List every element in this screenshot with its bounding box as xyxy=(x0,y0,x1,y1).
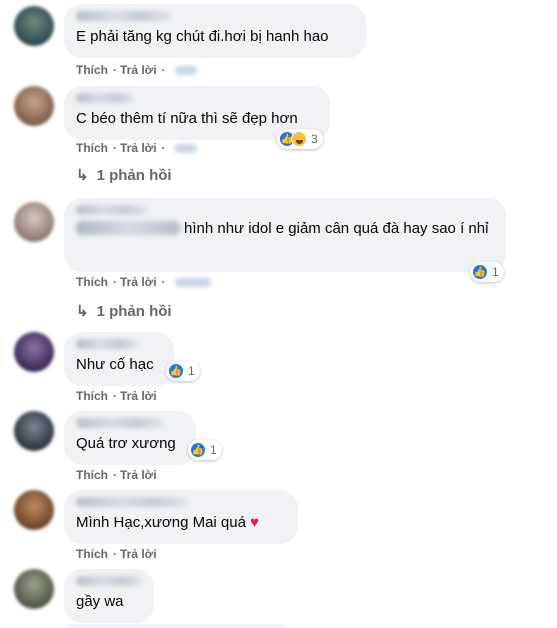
reply-link[interactable]: Trả lời xyxy=(120,468,157,482)
comment-text-body: hình như idol e giảm cân quá đà hay sao … xyxy=(184,220,489,237)
avatar[interactable] xyxy=(14,332,54,372)
reaction-count: 3 xyxy=(311,132,318,146)
reaction-summary[interactable]: 👍 1 xyxy=(166,361,200,381)
reaction-summary[interactable]: 👍 3 xyxy=(277,129,323,149)
reaction-count: 1 xyxy=(492,265,499,279)
like-link[interactable]: Thích xyxy=(76,141,108,155)
reply-link[interactable]: Trả lời xyxy=(120,63,157,77)
comment-bubble: Như cố hạc xyxy=(64,332,174,386)
reply-link[interactable]: Trả lời xyxy=(120,141,157,155)
separator: · xyxy=(113,275,117,289)
avatar[interactable] xyxy=(14,6,54,46)
reaction-summary[interactable]: 👍 1 xyxy=(188,440,222,460)
replies-count: 1 phản hồi xyxy=(96,167,172,184)
comment-text: Quá trơ xương xyxy=(76,435,176,452)
separator: · xyxy=(113,63,117,77)
separator: · xyxy=(113,389,117,403)
comment-text: E phải tăng kg chút đi.hơi bị hanh hao xyxy=(76,28,329,45)
heart-icon: ♥ xyxy=(250,514,260,531)
like-link[interactable]: Thích xyxy=(76,389,108,403)
comment-bubble: Mình Hạc,xương Mai quá ♥ xyxy=(64,490,298,544)
replies-count: 1 phản hồi xyxy=(96,303,172,320)
reply-arrow-icon: ↳ xyxy=(76,167,89,184)
comment-bubble: hình như idol e giảm cân quá đà hay sao … xyxy=(64,198,506,272)
avatar[interactable] xyxy=(14,411,54,451)
author-name[interactable] xyxy=(76,576,142,586)
comment-text-body: Mình Hạc,xương Mai quá xyxy=(76,514,246,531)
separator: · xyxy=(161,141,166,155)
reaction-count: 1 xyxy=(188,364,195,378)
like-icon: 👍 xyxy=(190,442,206,458)
separator: · xyxy=(113,547,117,561)
separator: · xyxy=(161,275,166,289)
like-icon: 👍 xyxy=(472,264,488,280)
comment-text: gầy wa xyxy=(76,593,124,610)
like-link[interactable]: Thích xyxy=(76,63,108,77)
comment-bubble: E phải tăng kg chút đi.hơi bị hanh hao xyxy=(64,4,366,58)
view-replies-link[interactable]: ↳ 1 phản hồi xyxy=(76,166,172,184)
reaction-count: 1 xyxy=(210,443,217,457)
author-name[interactable] xyxy=(76,497,188,507)
like-icon: 👍 xyxy=(168,363,184,379)
author-name[interactable] xyxy=(76,339,138,349)
avatar[interactable] xyxy=(14,569,54,609)
author-name[interactable] xyxy=(76,11,172,21)
avatar[interactable] xyxy=(14,490,54,530)
comment-text: hình như idol e giảm cân quá đà hay sao … xyxy=(76,219,496,239)
timestamp[interactable] xyxy=(174,278,211,287)
reply-link[interactable]: Trả lời xyxy=(120,389,157,403)
separator: · xyxy=(113,468,117,482)
comment-actions: Thích · Trả lời xyxy=(76,468,159,482)
like-link[interactable]: Thích xyxy=(76,468,108,482)
comment-text: Mình Hạc,xương Mai quá ♥ xyxy=(76,513,286,533)
reply-link[interactable]: Trả lời xyxy=(120,547,157,561)
author-name[interactable] xyxy=(76,418,164,428)
author-name[interactable] xyxy=(76,93,134,103)
comment-bubble: Quá trơ xương xyxy=(64,411,196,465)
comment-actions: Thích · Trả lời xyxy=(76,389,159,403)
avatar[interactable] xyxy=(14,202,54,242)
author-name[interactable] xyxy=(76,205,148,215)
comment-actions: Thích · Trả lời xyxy=(76,547,159,561)
comment-actions: Thích · Trả lời · xyxy=(76,63,199,77)
haha-icon xyxy=(291,131,307,147)
blurred-author-mention xyxy=(76,221,180,235)
separator: · xyxy=(161,63,166,77)
comment-text: Như cố hạc xyxy=(76,356,154,373)
comment-text: C béo thêm tí nữa thì sẽ đẹp hơn xyxy=(76,110,298,127)
comment-bubble: gầy wa xyxy=(64,569,154,623)
timestamp[interactable] xyxy=(174,144,197,153)
avatar[interactable] xyxy=(14,86,54,126)
next-comment-bubble xyxy=(64,624,290,628)
timestamp[interactable] xyxy=(174,66,197,75)
reply-link[interactable]: Trả lời xyxy=(120,275,157,289)
comment-actions: Thích · Trả lời · xyxy=(76,141,199,155)
reply-arrow-icon: ↳ xyxy=(76,303,89,320)
reaction-summary[interactable]: 👍 1 xyxy=(470,262,504,282)
like-link[interactable]: Thích xyxy=(76,547,108,561)
like-link[interactable]: Thích xyxy=(76,275,108,289)
view-replies-link[interactable]: ↳ 1 phản hồi xyxy=(76,302,172,320)
separator: · xyxy=(113,141,117,155)
comment-actions: Thích · Trả lời · xyxy=(76,275,213,289)
